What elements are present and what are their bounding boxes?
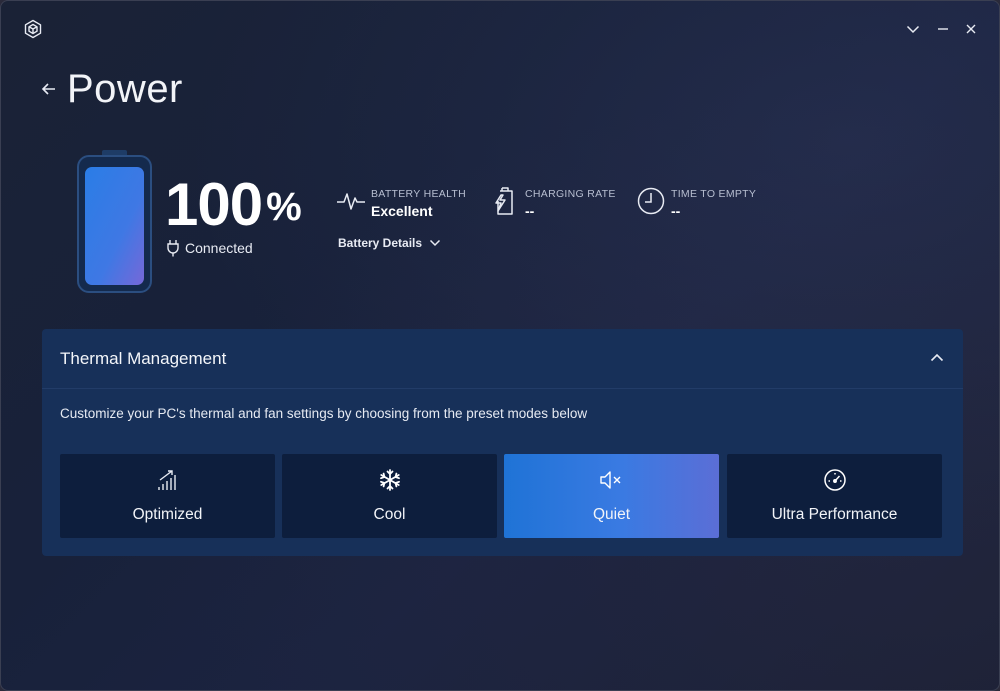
plug-icon — [167, 240, 179, 257]
speedometer-icon — [823, 467, 847, 493]
thermal-panel-header[interactable]: Thermal Management — [42, 329, 963, 389]
app-window: Power 100 % Connected BATTERY HEALTH Exc… — [0, 0, 1000, 691]
time-to-empty-stat: TIME TO EMPTY -- — [635, 184, 756, 219]
stat-value: Excellent — [371, 203, 433, 219]
page-title: Power — [67, 66, 183, 111]
battery-details-toggle[interactable]: Battery Details — [338, 236, 441, 250]
panel-title: Thermal Management — [60, 348, 227, 368]
battery-details-label: Battery Details — [338, 236, 423, 250]
stat-value: -- — [671, 203, 681, 219]
battery-health-stat: BATTERY HEALTH Excellent — [335, 184, 466, 219]
battery-percent-value: 100 — [165, 171, 263, 238]
collapse-chevron-icon[interactable] — [903, 19, 923, 39]
page-header: Power — [39, 67, 183, 111]
charging-battery-icon — [489, 184, 521, 218]
charging-rate-stat: CHARGING RATE -- — [489, 184, 616, 219]
mode-quiet-button[interactable]: Quiet — [504, 454, 719, 538]
clock-icon — [635, 184, 667, 218]
panel-description: Customize your PC's thermal and fan sett… — [60, 406, 588, 421]
connection-status-label: Connected — [185, 240, 253, 256]
mode-label: Optimized — [132, 506, 203, 523]
signal-bars-icon — [156, 467, 180, 493]
thermal-management-panel: Thermal Management Customize your PC's t… — [42, 329, 963, 556]
battery-graphic — [77, 150, 152, 293]
stat-value: -- — [525, 203, 535, 219]
mode-optimized-button[interactable]: Optimized — [60, 454, 275, 538]
connection-status: Connected — [166, 239, 253, 257]
stat-label: TIME TO EMPTY — [671, 188, 757, 200]
chevron-down-icon — [430, 239, 441, 247]
mode-label: Quiet — [592, 506, 631, 523]
minimize-button[interactable] — [933, 19, 953, 39]
title-bar — [1, 1, 999, 57]
heartbeat-icon — [335, 184, 367, 218]
snowflake-icon — [378, 467, 402, 493]
stat-label: BATTERY HEALTH — [371, 188, 467, 200]
percent-sign: % — [266, 185, 302, 229]
close-button[interactable] — [961, 19, 981, 39]
mode-ultra-performance-button[interactable]: Ultra Performance — [727, 454, 942, 538]
mode-label: Cool — [373, 506, 406, 523]
back-arrow-icon[interactable] — [39, 79, 59, 99]
chevron-up-icon[interactable] — [929, 349, 945, 365]
mode-cool-button[interactable]: Cool — [282, 454, 497, 538]
battery-percentage: 100 % — [165, 173, 302, 237]
app-logo-icon — [23, 19, 43, 39]
stat-label: CHARGING RATE — [525, 188, 616, 200]
speaker-mute-icon — [599, 467, 625, 493]
mode-label: Ultra Performance — [771, 506, 898, 523]
